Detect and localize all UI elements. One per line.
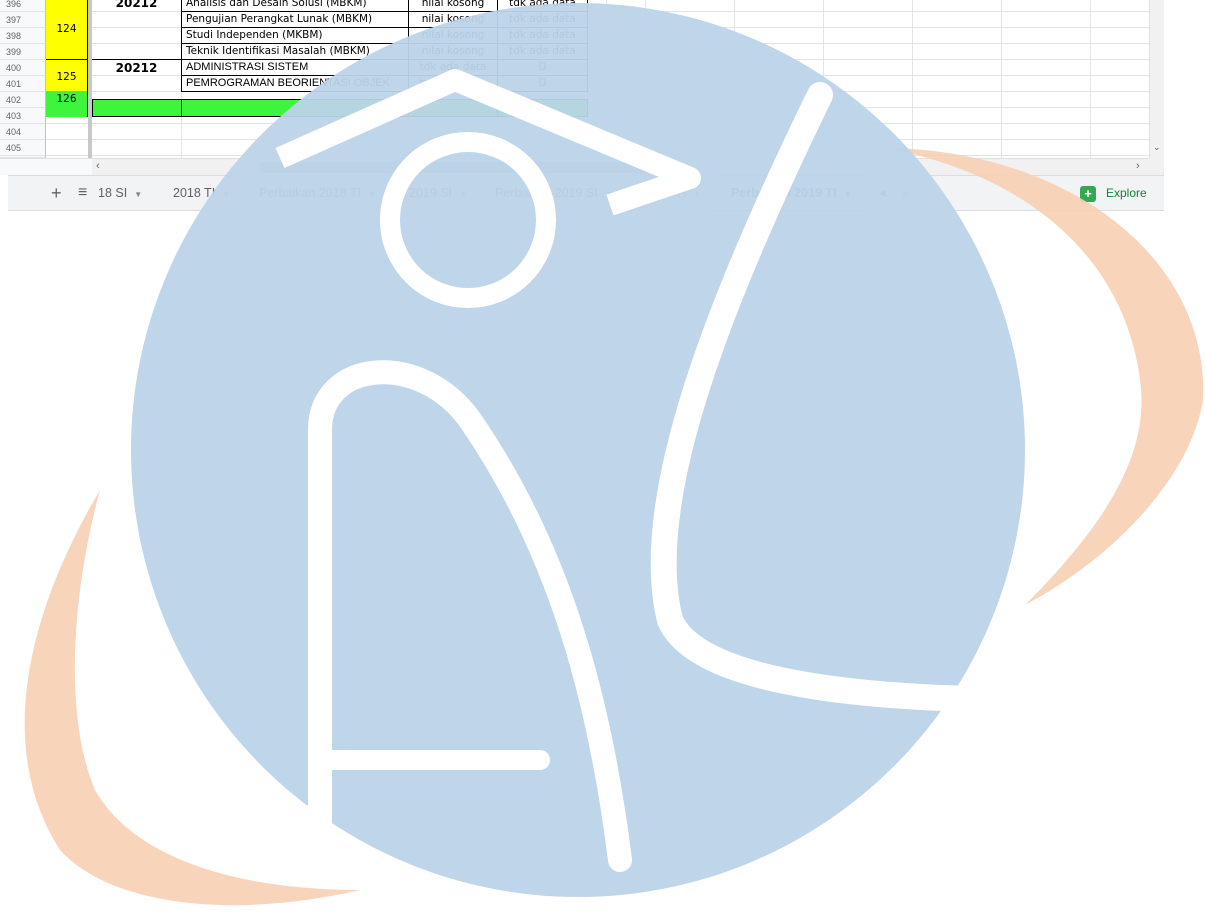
caret-down-icon[interactable]: ▼ <box>222 190 230 199</box>
explore-label: Explore <box>1106 186 1147 200</box>
course-name-cell[interactable]: ADMINISTRASI SISTEM <box>181 59 409 76</box>
gridline <box>181 99 182 117</box>
horizontal-scrollbar[interactable]: ‹ › <box>92 158 1149 175</box>
caret-down-icon[interactable]: ▼ <box>134 190 142 199</box>
gridline <box>606 0 607 158</box>
tab-label: Perbaikan 2018 TI <box>259 186 361 200</box>
gridline <box>1001 0 1002 158</box>
gridline <box>1090 0 1091 158</box>
row-header[interactable]: 404 <box>0 124 46 140</box>
gridline <box>46 139 1164 140</box>
status-cell[interactable]: D <box>497 59 588 76</box>
tab-label: 2019 SI <box>409 186 453 200</box>
frozen-column-divider[interactable] <box>88 0 92 158</box>
caret-down-icon[interactable]: ▼ <box>368 190 376 199</box>
caret-down-icon[interactable]: ▼ <box>605 190 613 199</box>
group-number-cell[interactable]: 126 <box>46 91 88 117</box>
scrollbar-corner <box>1149 158 1164 175</box>
course-name-cell[interactable]: Pengujian Perangkat Lunak (MBKM) <box>181 11 409 28</box>
tab-18-si[interactable]: 18 SI ▼ <box>98 176 152 210</box>
gridline <box>408 99 409 117</box>
tab-perbaikan-2018-ti[interactable]: Perbaikan 2018 TI ▼ <box>245 176 390 210</box>
grade-cell[interactable]: tdk ada data <box>408 75 498 92</box>
gridline <box>46 155 1164 156</box>
add-sheet-button[interactable]: + <box>51 176 62 210</box>
row-header[interactable]: 402 <box>0 92 46 108</box>
scroll-left-icon[interactable]: ‹ <box>96 160 100 172</box>
row-header[interactable]: 400 <box>0 60 46 76</box>
row-header[interactable]: 405 <box>0 140 46 156</box>
caret-down-icon[interactable]: ▼ <box>459 190 467 199</box>
sheet-tab-bar: + ≡ 18 SI ▼ 2018 TI ▼ Perbaikan 2018 TI ▼ 2… <box>8 175 1164 211</box>
gridline <box>46 123 1164 124</box>
row-header[interactable]: 399 <box>0 44 46 60</box>
tab-label: Perbaikan 2019 SI <box>495 186 598 200</box>
semester-cell[interactable]: 20212 <box>92 59 181 75</box>
tab-label: 2019 TI <box>644 186 687 200</box>
separator-row[interactable] <box>92 99 588 117</box>
group-number-cell[interactable]: 125 <box>46 59 88 91</box>
scroll-down-icon[interactable]: ⌄ <box>1153 142 1161 153</box>
course-name-cell[interactable]: Studi Independen (MKBM) <box>181 27 409 44</box>
status-cell[interactable]: tdk ada data <box>497 43 588 60</box>
status-cell[interactable]: tdk ada data <box>497 11 588 28</box>
tab-2019-ti[interactable]: 2019 TI ▼ <box>630 176 715 210</box>
scroll-tabs-left-icon[interactable]: ◀ <box>879 176 886 210</box>
course-name-cell[interactable]: PEMROGRAMAN BEORIENTASI OBJEK <box>181 75 409 92</box>
tab-perbaikan-2019-si[interactable]: Perbaikan 2019 SI ▼ <box>481 176 627 210</box>
tab-label: Perbaikan 2019 TI <box>731 186 837 200</box>
grade-cell[interactable]: nilai kosong <box>408 11 498 28</box>
gridline <box>912 0 913 158</box>
grade-cell[interactable]: nilai kosong <box>408 43 498 60</box>
tab-label: 18 SI <box>98 186 128 200</box>
tab-2019-si[interactable]: 2019 SI ▼ <box>395 176 481 210</box>
caret-down-icon[interactable]: ▼ <box>693 190 701 199</box>
gridline <box>497 99 498 117</box>
scroll-right-icon[interactable]: › <box>1136 160 1140 172</box>
vertical-scrollbar[interactable]: ⌄ <box>1149 0 1164 158</box>
grade-cell[interactable]: tdk ada data <box>408 59 498 76</box>
explore-button[interactable]: + Explore <box>1080 181 1147 205</box>
row-header[interactable]: 398 <box>0 28 46 44</box>
tab-2018-ti[interactable]: 2018 TI ▼ <box>159 176 244 210</box>
course-name-cell[interactable]: Teknik Identifikasi Masalah (MBKM) <box>181 43 409 60</box>
row-header[interactable]: 401 <box>0 76 46 92</box>
tab-label: 2018 TI <box>173 186 216 200</box>
gridline <box>645 0 646 158</box>
row-header[interactable]: 397 <box>0 12 46 28</box>
gridline <box>734 0 735 158</box>
scrollbar-gutter <box>0 158 92 175</box>
all-sheets-button[interactable]: ≡ <box>78 176 87 210</box>
status-cell[interactable]: D <box>497 75 588 92</box>
status-cell[interactable]: tdk ada data <box>497 27 588 44</box>
spreadsheet-grid[interactable]: 396 397 398 399 400 401 402 403 404 405 … <box>0 0 1164 158</box>
scroll-tabs-right-icon[interactable]: ▶ <box>903 176 910 210</box>
explore-icon: + <box>1080 185 1096 202</box>
row-header[interactable]: 403 <box>0 108 46 124</box>
caret-down-icon[interactable]: ▼ <box>844 190 852 199</box>
semester-cell[interactable]: 20212 <box>92 0 181 11</box>
tab-perbaikan-2019-ti[interactable]: Perbaikan 2019 TI ▼ <box>717 176 866 210</box>
scrollbar-thumb[interactable] <box>260 162 657 173</box>
grade-cell[interactable]: nilai kosong <box>408 27 498 44</box>
group-number-cell[interactable]: 124 <box>46 0 88 59</box>
gridline <box>823 0 824 158</box>
row-header[interactable]: 396 <box>0 0 46 12</box>
